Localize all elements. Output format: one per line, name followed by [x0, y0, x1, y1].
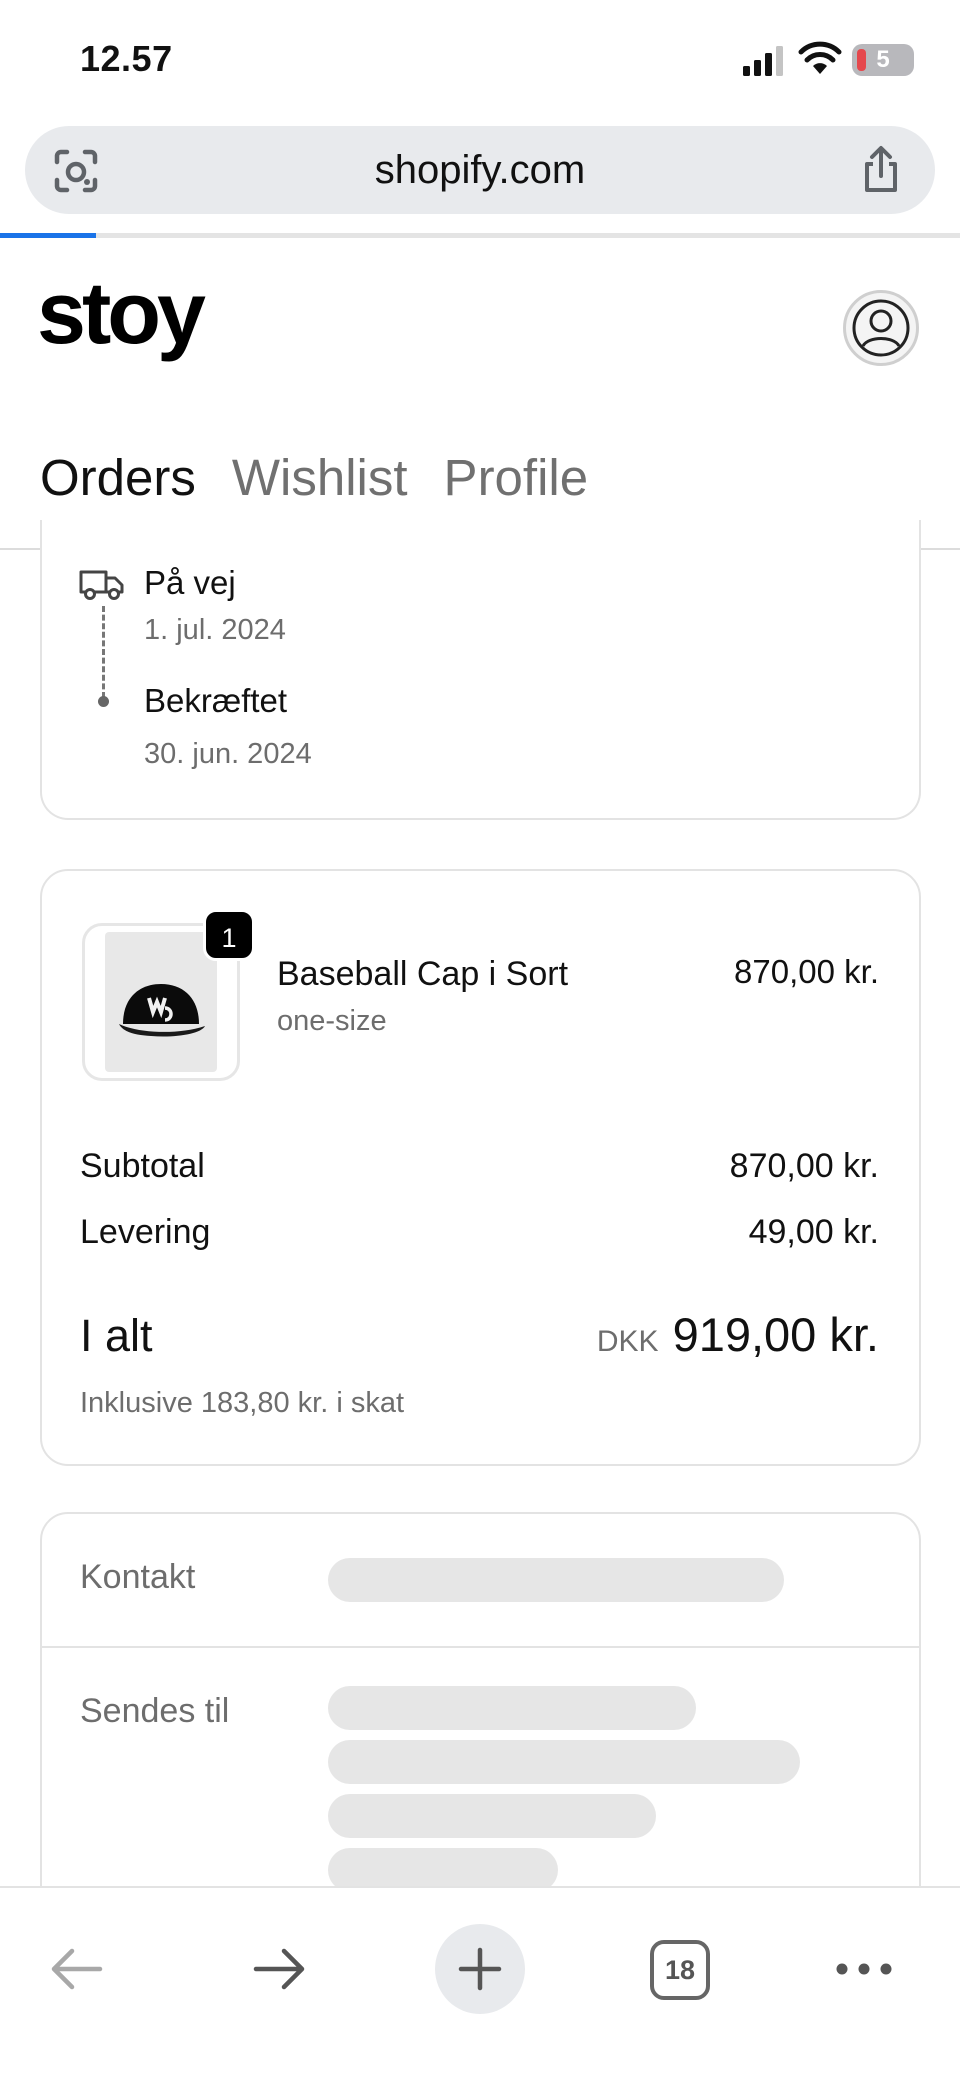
- browser-toolbar: 18: [0, 1886, 960, 2078]
- details-divider: [42, 1646, 919, 1648]
- status-bar: 12.57 5: [0, 0, 960, 120]
- status-time: 12.57: [80, 38, 173, 79]
- total-row: I alt DKK 919,00 kr.: [80, 1307, 879, 1362]
- shipping-to-label: Sendes til: [80, 1692, 230, 1730]
- tax-note: Inklusive 183,80 kr. i skat: [80, 1387, 404, 1419]
- plus-icon: [458, 1947, 502, 1991]
- quantity-badge: 1: [203, 909, 255, 961]
- more-menu-icon[interactable]: [834, 1954, 894, 1984]
- product-image-background: [105, 932, 217, 1072]
- subtotal-row: Subtotal 870,00 kr.: [80, 1147, 879, 1186]
- battery-level-text: 5: [876, 46, 890, 73]
- account-tabs: Orders Wishlist Profile: [40, 448, 588, 507]
- tab-profile[interactable]: Profile: [444, 448, 589, 507]
- contact-label: Kontakt: [80, 1558, 196, 1596]
- truck-icon: [79, 570, 124, 600]
- back-arrow-icon[interactable]: [46, 1938, 108, 2000]
- page-load-progress-track: [0, 233, 960, 238]
- order-summary-card: 1 Baseball Cap i Sort one-size 870,00 kr…: [40, 869, 921, 1466]
- new-tab-button[interactable]: [435, 1924, 525, 2014]
- order-status-card: På vej 1. jul. 2024 Bekræftet 30. jun. 2…: [40, 520, 921, 820]
- shipping-value: 49,00 kr.: [748, 1213, 879, 1251]
- product-name[interactable]: Baseball Cap i Sort: [277, 955, 568, 994]
- contact-skeleton: [328, 1558, 784, 1602]
- address-skeleton-line: [328, 1740, 800, 1784]
- baseball-cap-image: [119, 984, 205, 1037]
- timeline-connector: [102, 606, 105, 698]
- tab-orders[interactable]: Orders: [40, 448, 196, 507]
- total-value: 919,00 kr.: [672, 1308, 879, 1361]
- cellular-signal-icon: [743, 46, 783, 76]
- shop-logo[interactable]: stoy: [37, 262, 206, 364]
- shipping-row: Levering 49,00 kr.: [80, 1213, 879, 1252]
- subtotal-label: Subtotal: [80, 1147, 205, 1185]
- subtotal-value: 870,00 kr.: [729, 1147, 879, 1185]
- status-step-label: På vej: [144, 564, 236, 601]
- wifi-icon: [798, 41, 842, 74]
- address-bar[interactable]: shopify.com: [25, 126, 935, 214]
- total-currency: DKK: [596, 1325, 659, 1358]
- share-icon[interactable]: [855, 144, 907, 196]
- status-step-date: 30. jun. 2024: [144, 738, 312, 770]
- tab-wishlist[interactable]: Wishlist: [232, 448, 408, 507]
- forward-arrow-icon[interactable]: [248, 1938, 310, 2000]
- address-skeleton-line: [328, 1794, 656, 1838]
- page-load-progress: [0, 233, 96, 238]
- product-variant: one-size: [277, 1005, 387, 1037]
- tab-switcher-button[interactable]: 18: [650, 1940, 710, 2000]
- account-avatar-button[interactable]: [843, 290, 919, 366]
- product-price: 870,00 kr.: [734, 953, 879, 990]
- user-icon: [852, 299, 910, 357]
- total-label: I alt: [80, 1310, 153, 1361]
- shipping-label: Levering: [80, 1213, 211, 1251]
- status-step-label: Bekræftet: [144, 682, 288, 719]
- address-skeleton-line: [328, 1686, 696, 1730]
- status-step-date: 1. jul. 2024: [144, 614, 286, 646]
- battery-icon: 5: [852, 44, 914, 76]
- url-text[interactable]: shopify.com: [25, 126, 935, 214]
- total-amount: DKK 919,00 kr.: [597, 1307, 879, 1362]
- timeline-dot: [98, 696, 109, 707]
